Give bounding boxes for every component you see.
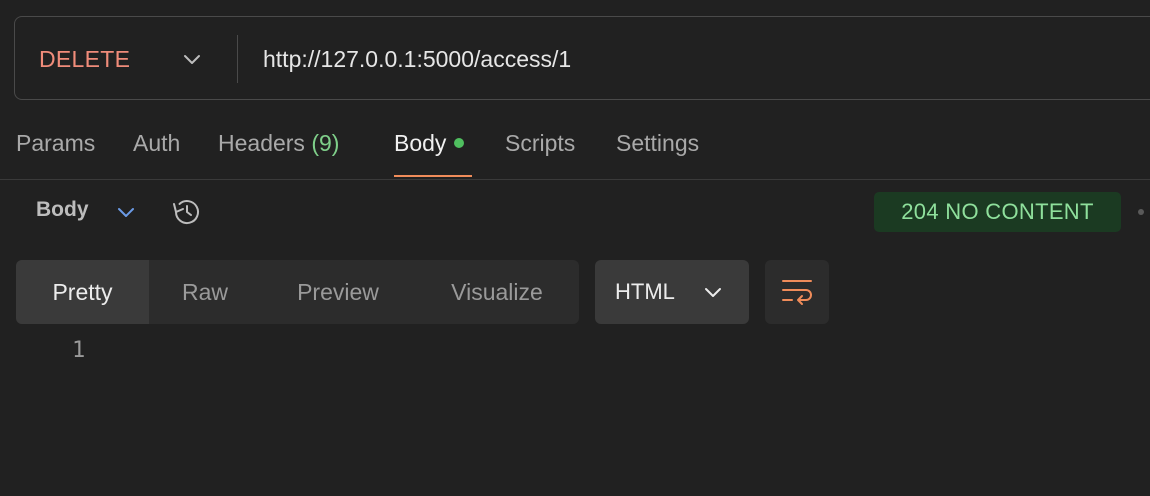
format-raw[interactable]: Raw xyxy=(149,260,261,324)
tab-label: Settings xyxy=(616,130,700,156)
tab-auth[interactable]: Auth xyxy=(133,130,180,157)
tab-label: Body xyxy=(394,130,447,156)
wrap-lines-icon xyxy=(782,280,812,305)
format-visualize[interactable]: Visualize xyxy=(415,260,579,324)
tab-body[interactable]: Body xyxy=(394,130,465,157)
chevron-down-icon xyxy=(705,288,721,297)
response-view-selector[interactable]: Body xyxy=(36,198,89,222)
url-divider xyxy=(237,35,238,83)
line-number: 1 xyxy=(72,338,86,363)
language-select[interactable]: HTML xyxy=(595,260,749,324)
tab-params[interactable]: Params xyxy=(16,130,95,157)
headers-count: (9) xyxy=(311,130,340,156)
modified-dot-icon xyxy=(454,138,465,148)
url-input[interactable] xyxy=(263,17,1123,101)
chevron-down-icon[interactable] xyxy=(181,48,203,70)
wrap-lines-button[interactable] xyxy=(765,260,829,324)
format-preview[interactable]: Preview xyxy=(261,260,415,324)
tab-label: Scripts xyxy=(505,130,576,156)
format-switcher: Pretty Raw Preview Visualize xyxy=(16,260,579,324)
more-dot-icon xyxy=(1138,209,1144,215)
method-selector[interactable]: DELETE xyxy=(39,17,130,101)
language-label: HTML xyxy=(615,279,675,304)
tab-label: Params xyxy=(16,130,96,156)
history-icon[interactable] xyxy=(170,196,204,228)
request-tabs: Params Auth Headers (9) Body Scripts Set… xyxy=(0,118,1150,180)
tab-label: Headers xyxy=(218,130,305,156)
tab-settings[interactable]: Settings xyxy=(616,130,699,157)
status-badge: 204 NO CONTENT xyxy=(874,192,1121,232)
chevron-down-icon[interactable] xyxy=(115,201,137,223)
format-pretty[interactable]: Pretty xyxy=(16,260,149,324)
tab-label: Auth xyxy=(133,130,181,156)
tab-scripts[interactable]: Scripts xyxy=(505,130,575,157)
tab-headers[interactable]: Headers (9) xyxy=(218,130,339,157)
request-url-bar: DELETE xyxy=(14,16,1150,101)
active-tab-indicator xyxy=(394,175,472,177)
